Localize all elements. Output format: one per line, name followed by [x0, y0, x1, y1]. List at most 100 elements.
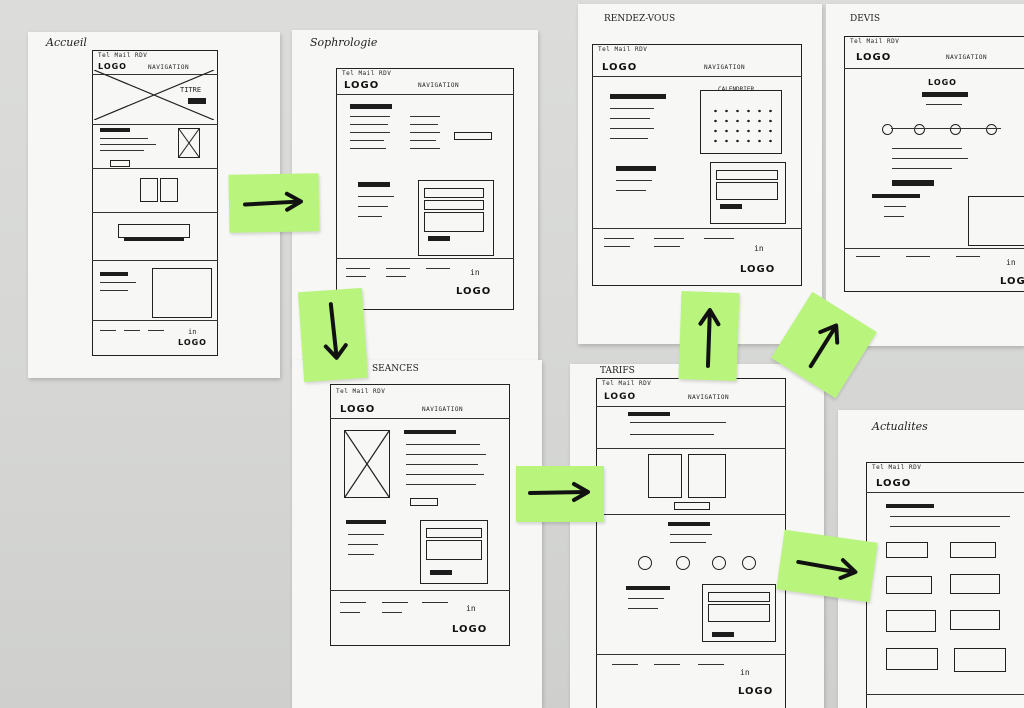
text-line	[616, 180, 652, 181]
sheet-title: Sophrologie	[310, 36, 378, 49]
news-card	[950, 574, 1000, 594]
text-line	[100, 150, 144, 151]
footer-logo: LOGO	[740, 264, 776, 275]
text-line	[628, 598, 664, 599]
card-sketch	[140, 178, 158, 202]
sheet-seances: SEANCES Tel Mail RDV LOGO NAVIGATION in …	[292, 360, 542, 708]
text-line	[406, 474, 484, 475]
form-field	[708, 592, 770, 602]
top-links: Tel Mail RDV	[98, 52, 148, 59]
text-line	[100, 290, 128, 291]
top-links: Tel Mail RDV	[602, 380, 652, 387]
text-line	[358, 196, 394, 197]
text-line	[350, 132, 390, 133]
text-line	[348, 534, 384, 535]
form-textarea	[426, 540, 482, 560]
button-sketch	[110, 160, 130, 167]
form-field	[716, 170, 778, 180]
image-placeholder	[344, 430, 390, 498]
heading-scribble	[628, 412, 670, 416]
footer-line	[426, 268, 450, 269]
footer-line	[604, 238, 634, 239]
divider	[596, 406, 786, 407]
submit-button	[720, 204, 742, 209]
form-field	[424, 200, 484, 210]
sheet-title: SEANCES	[372, 364, 419, 374]
top-links: Tel Mail RDV	[850, 38, 900, 45]
text-line	[358, 216, 382, 217]
logo: LOGO	[604, 392, 637, 402]
sticky-arrow-right-3[interactable]	[776, 529, 878, 603]
divider	[330, 590, 510, 591]
testimonial-scribble	[124, 238, 184, 241]
contact-form-sketch	[152, 268, 212, 318]
sticky-arrow-down[interactable]	[297, 287, 369, 383]
footer-line	[612, 664, 638, 665]
heading-scribble	[872, 194, 920, 198]
logo: LOGO	[856, 52, 892, 63]
nav-label: NAVIGATION	[418, 82, 460, 89]
text-line	[892, 148, 962, 149]
heading-scribble	[886, 504, 934, 508]
divider	[92, 124, 218, 125]
social-icon: in	[754, 244, 764, 253]
news-card	[886, 648, 938, 670]
price-card	[688, 454, 726, 498]
text-line	[890, 526, 1000, 527]
heading-scribble	[626, 586, 670, 590]
text-line	[410, 148, 440, 149]
text-line	[628, 608, 658, 609]
divider	[336, 94, 514, 95]
contact-form-sketch	[968, 196, 1024, 246]
wireframe-frame	[330, 384, 510, 646]
top-links: Tel Mail RDV	[598, 46, 648, 53]
text-line	[350, 124, 388, 125]
sticky-arrow-right-2[interactable]	[516, 466, 604, 522]
nav-label: NAVIGATION	[946, 54, 988, 61]
card-sketch	[160, 178, 178, 202]
footer-line	[422, 602, 448, 603]
logo: LOGO	[876, 478, 912, 489]
divider	[866, 492, 1024, 493]
social-icon: in	[1006, 258, 1016, 267]
form-field	[424, 188, 484, 198]
text-line	[350, 148, 386, 149]
cta-button	[892, 180, 934, 186]
divider	[592, 228, 802, 229]
review-icon	[638, 556, 652, 570]
footer-line	[346, 268, 370, 269]
review-icon	[712, 556, 726, 570]
footer-line	[386, 268, 410, 269]
top-links: Tel Mail RDV	[342, 70, 392, 77]
review-icon	[676, 556, 690, 570]
footer-line	[382, 612, 402, 613]
divider	[92, 212, 218, 213]
news-card	[954, 648, 1006, 672]
form-textarea	[424, 212, 484, 232]
news-card	[886, 576, 932, 594]
sticky-arrow-up[interactable]	[678, 291, 740, 381]
footer-logo: LOGO	[456, 286, 492, 297]
calendar-dots	[710, 106, 774, 146]
sheet-title: DEVIS	[850, 14, 881, 24]
centered-logo: LOGO	[928, 78, 957, 87]
sheet-title: Actualites	[872, 420, 928, 433]
footer-line	[148, 330, 164, 331]
text-line	[670, 542, 706, 543]
calendar-label: CALENDRIER	[718, 86, 755, 93]
social-icon: in	[466, 604, 476, 613]
footer-line	[906, 256, 930, 257]
divider	[330, 418, 510, 419]
top-links: Tel Mail RDV	[336, 388, 386, 395]
text-line	[610, 138, 648, 139]
heading-scribble	[922, 92, 968, 97]
step-icon	[914, 124, 925, 135]
sticky-arrow-right[interactable]	[228, 173, 320, 233]
text-line	[406, 454, 486, 455]
text-line	[358, 206, 388, 207]
sheet-title: RENDEZ-VOUS	[604, 14, 676, 24]
text-line	[926, 104, 962, 105]
heading-scribble	[616, 166, 656, 171]
wireframe-frame	[596, 378, 786, 708]
logo: LOGO	[344, 80, 380, 91]
